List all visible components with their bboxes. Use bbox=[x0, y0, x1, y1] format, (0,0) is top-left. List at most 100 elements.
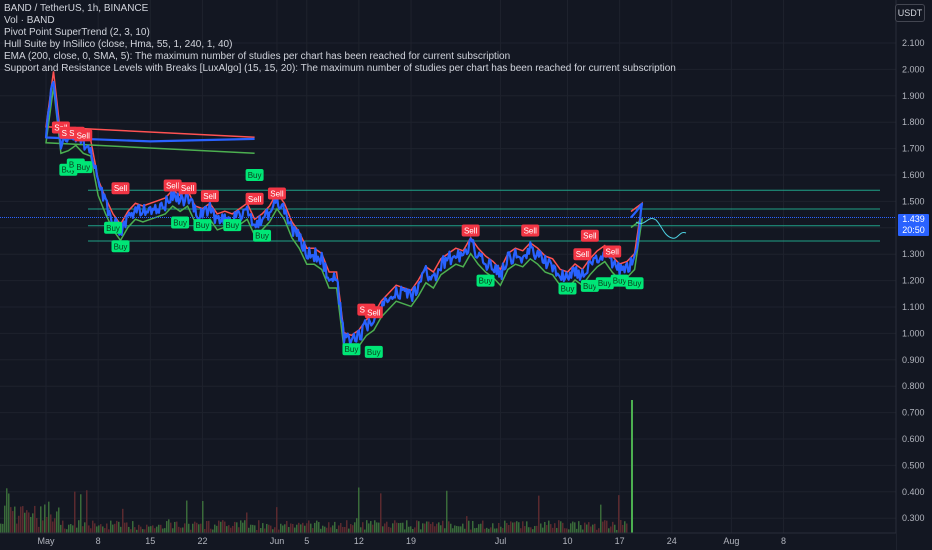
volume-bar bbox=[174, 521, 176, 533]
price-tick-label: 1.100 bbox=[902, 302, 925, 312]
volume-bar bbox=[484, 528, 486, 533]
volume-bar bbox=[128, 526, 130, 533]
volume-bar bbox=[550, 524, 552, 533]
volume-bar bbox=[488, 528, 490, 533]
volume-bar bbox=[312, 528, 314, 533]
volume-bar bbox=[600, 504, 602, 533]
volume-bar bbox=[468, 520, 470, 533]
volume-bar bbox=[524, 526, 526, 533]
volume-bar bbox=[328, 522, 330, 533]
time-tick-label: 5 bbox=[304, 536, 309, 546]
legend-ema[interactable]: EMA (200, close, 0, SMA, 5): The maximum… bbox=[4, 51, 676, 63]
volume-bar bbox=[426, 521, 428, 533]
price-line bbox=[44, 80, 644, 346]
legend-volume[interactable]: Vol · BAND bbox=[4, 15, 676, 27]
volume-bar bbox=[598, 528, 600, 533]
sell-signal: Sell bbox=[364, 306, 383, 319]
supertrend-down-line bbox=[45, 71, 644, 337]
volume-bar bbox=[100, 524, 102, 533]
price-tick-label: 1.000 bbox=[902, 328, 925, 338]
volume-bar bbox=[200, 523, 202, 533]
volume-bar bbox=[88, 525, 90, 533]
time-tick-label: Jul bbox=[495, 536, 507, 546]
volume-bar bbox=[446, 490, 448, 533]
volume-bar bbox=[236, 522, 238, 533]
volume-bar bbox=[54, 518, 56, 533]
volume-bar bbox=[30, 516, 32, 533]
buy-signal: Buy bbox=[625, 277, 644, 290]
last-price-label: 1.439 20:50 bbox=[898, 213, 929, 236]
signal-label: Buy bbox=[345, 345, 359, 354]
volume-bar bbox=[84, 522, 86, 533]
volume-bar bbox=[478, 524, 480, 533]
time-tick-label: 24 bbox=[667, 536, 677, 546]
volume-bar bbox=[306, 523, 308, 533]
buy-signal: Buy bbox=[171, 216, 190, 229]
volume-bar bbox=[82, 526, 84, 533]
time-tick-label: Jun bbox=[270, 536, 285, 546]
volume-bar bbox=[374, 520, 376, 533]
volume-bar bbox=[320, 528, 322, 533]
volume-bars bbox=[0, 400, 633, 533]
volume-bar bbox=[18, 515, 20, 533]
volume-bar bbox=[58, 507, 60, 533]
volume-bar bbox=[0, 523, 2, 533]
volume-bar bbox=[296, 524, 298, 533]
volume-bar bbox=[586, 524, 588, 533]
buy-signal: Buy bbox=[74, 161, 93, 174]
volume-bar bbox=[248, 527, 250, 533]
volume-bar bbox=[176, 521, 178, 533]
volume-bar bbox=[416, 520, 418, 533]
volume-bar bbox=[76, 527, 78, 533]
grid bbox=[0, 0, 896, 533]
signal-label: Sell bbox=[524, 226, 538, 235]
volume-bar bbox=[522, 521, 524, 533]
buy-signal: Buy bbox=[476, 274, 495, 287]
volume-bar bbox=[250, 524, 252, 533]
volume-bar bbox=[326, 527, 328, 533]
volume-bar bbox=[562, 522, 564, 533]
volume-bar bbox=[40, 506, 42, 533]
indicator-legend: BAND / TetherUS, 1h, BINANCE Vol · BAND … bbox=[4, 3, 676, 75]
volume-bar bbox=[548, 520, 550, 533]
volume-bar bbox=[156, 526, 158, 533]
volume-bar bbox=[168, 519, 170, 533]
volume-bar bbox=[284, 524, 286, 533]
volume-bar bbox=[130, 529, 132, 533]
volume-bar bbox=[38, 526, 40, 533]
volume-bar bbox=[260, 528, 262, 533]
legend-sr-levels[interactable]: Support and Resistance Levels with Break… bbox=[4, 63, 676, 75]
bar-countdown: 20:50 bbox=[902, 224, 925, 235]
volume-bar bbox=[254, 525, 256, 533]
legend-hull-suite[interactable]: Hull Suite by InSilico (close, Hma, 55, … bbox=[4, 39, 676, 51]
volume-bar bbox=[434, 526, 436, 533]
sell-signal: Sell bbox=[178, 182, 197, 195]
volume-bar bbox=[400, 522, 402, 533]
volume-bar bbox=[228, 525, 230, 533]
sell-signal: Sell bbox=[267, 187, 286, 200]
volume-bar bbox=[270, 525, 272, 533]
volume-bar bbox=[604, 520, 606, 533]
currency-button[interactable]: USDT bbox=[895, 4, 925, 22]
volume-bar bbox=[618, 495, 620, 533]
signal-label: Sell bbox=[464, 226, 478, 235]
volume-bar bbox=[510, 521, 512, 533]
time-tick-label: Aug bbox=[723, 536, 739, 546]
volume-bar bbox=[554, 523, 556, 533]
volume-bar bbox=[308, 520, 310, 533]
volume-bar bbox=[50, 514, 52, 533]
legend-symbol[interactable]: BAND / TetherUS, 1h, BINANCE bbox=[4, 3, 676, 15]
volume-bar bbox=[564, 528, 566, 533]
volume-bar bbox=[96, 526, 98, 533]
volume-bar bbox=[274, 527, 276, 533]
price-tick-label: 0.700 bbox=[902, 408, 925, 418]
volume-bar bbox=[476, 527, 478, 533]
volume-bar bbox=[166, 521, 168, 533]
volume-bar bbox=[288, 527, 290, 533]
volume-bar bbox=[2, 523, 4, 533]
legend-pivot-supertrend[interactable]: Pivot Point SuperTrend (2, 3, 10) bbox=[4, 27, 676, 39]
volume-bar bbox=[92, 520, 94, 533]
volume-bar bbox=[290, 523, 292, 533]
volume-bar bbox=[42, 520, 44, 533]
chart-canvas[interactable]: BuySellSellSellSellBuyBuyBuySellBuyBuySe… bbox=[0, 0, 932, 550]
